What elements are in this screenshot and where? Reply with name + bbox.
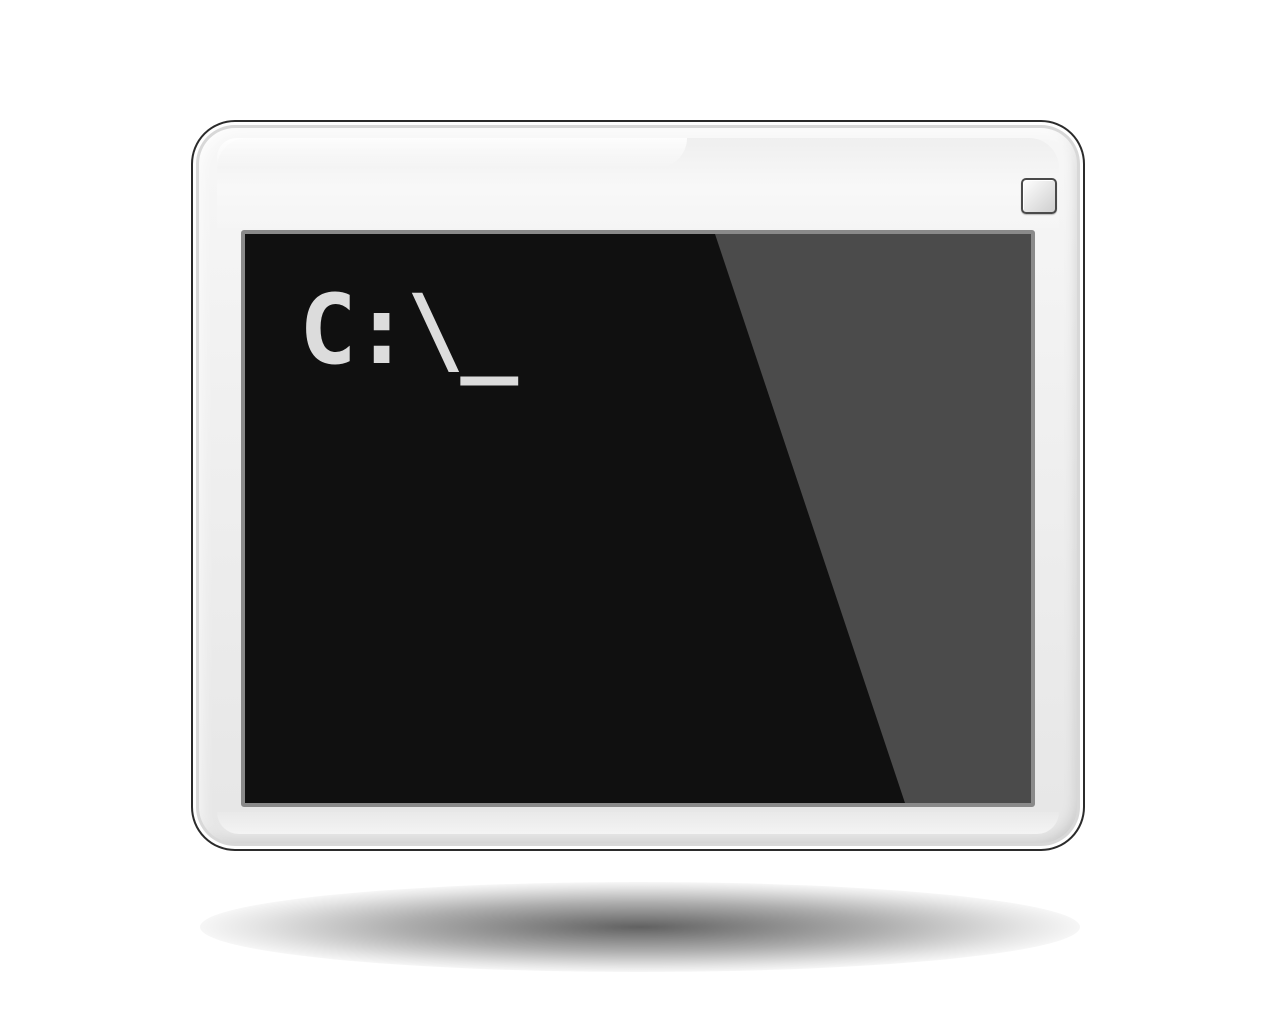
- drop-shadow: [200, 882, 1080, 972]
- title-bar: [217, 138, 1059, 228]
- console-screen[interactable]: C:\_: [241, 230, 1035, 807]
- console-window-frame: C:\_: [191, 120, 1085, 851]
- command-prompt-text: C:\_: [299, 274, 518, 386]
- icon-stage: C:\_: [0, 0, 1280, 1024]
- bottom-bezel: [217, 812, 1059, 834]
- maximize-icon[interactable]: [1021, 178, 1057, 214]
- title-bar-gloss: [217, 138, 687, 168]
